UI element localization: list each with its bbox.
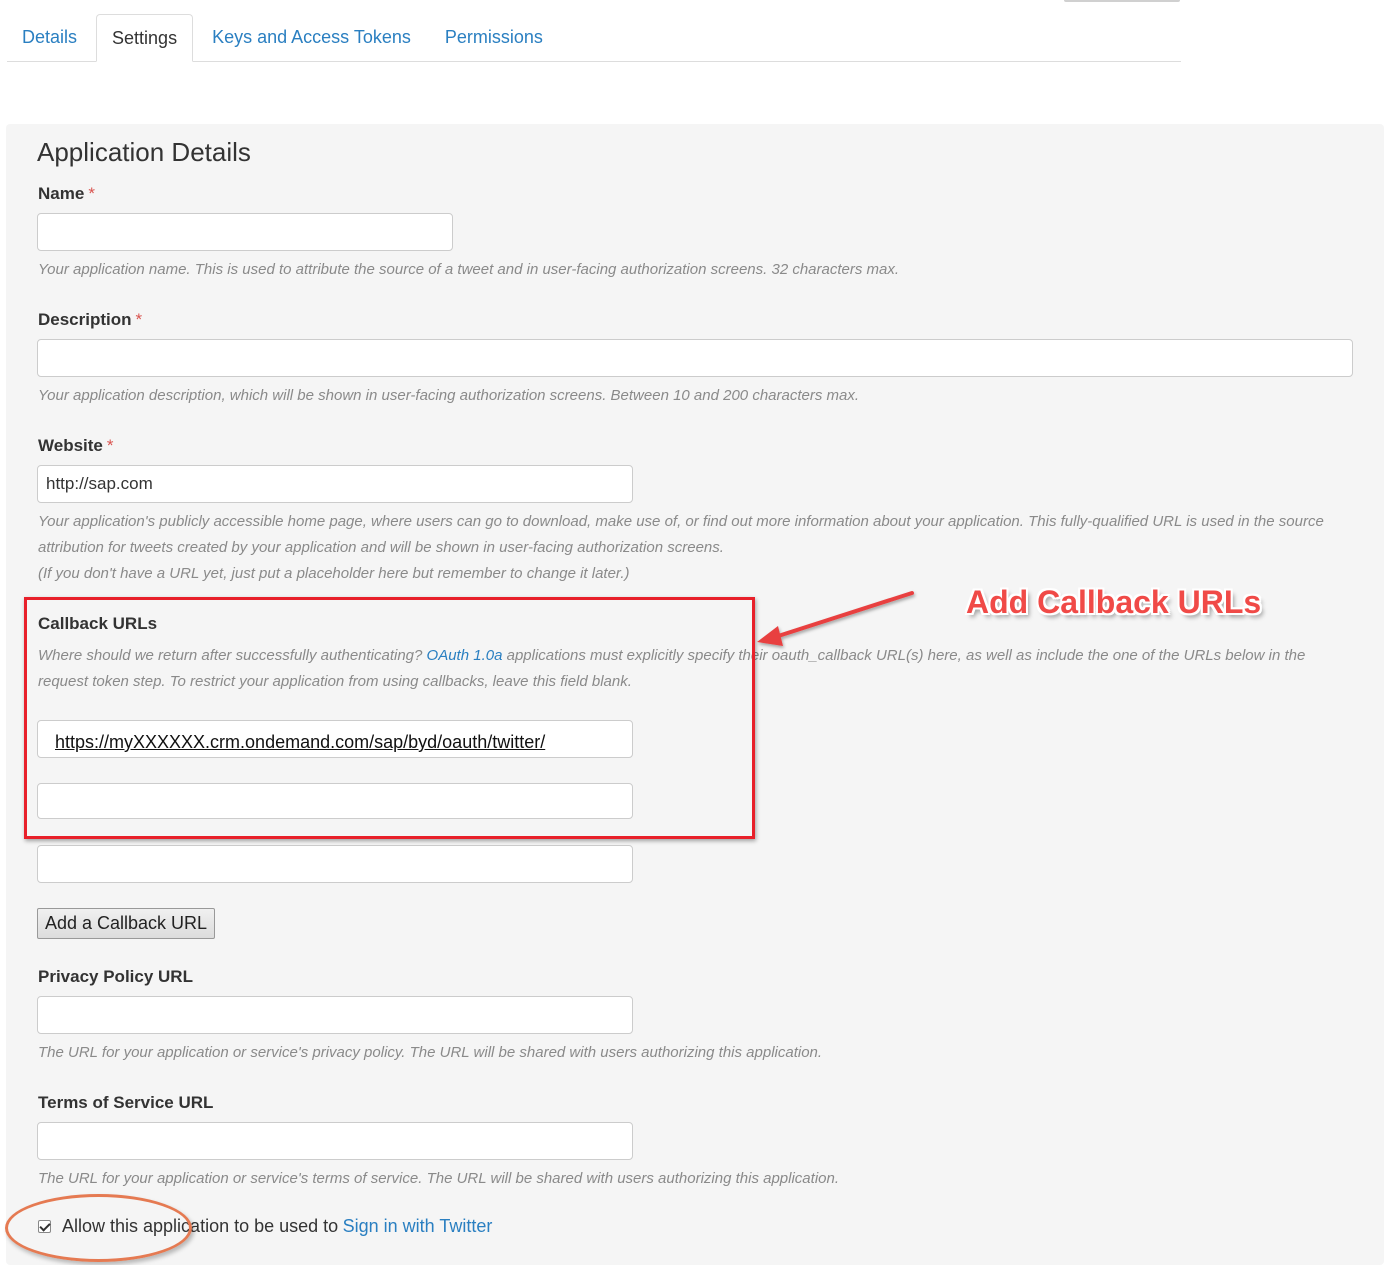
tab-details[interactable]: Details (7, 14, 92, 60)
callback-url-input-3[interactable] (37, 845, 633, 883)
tab-keys-and-access-tokens[interactable]: Keys and Access Tokens (197, 14, 426, 60)
description-help-text: Your application description, which will… (38, 387, 860, 404)
signin-highlight-ellipse (5, 1194, 192, 1262)
description-input[interactable] (37, 339, 1353, 377)
name-help-text: Your application name. This is used to a… (38, 261, 900, 278)
sign-in-with-twitter-link[interactable]: Sign in with Twitter (343, 1216, 493, 1237)
terms-of-service-input[interactable] (37, 1122, 633, 1160)
name-label: Name * (38, 184, 95, 204)
terms-of-service-help-text: The URL for your application or service'… (38, 1170, 839, 1187)
required-marker: * (135, 310, 143, 329)
privacy-policy-help-text: The URL for your application or service'… (38, 1044, 823, 1061)
terms-of-service-label: Terms of Service URL (38, 1093, 214, 1112)
top-bar-edge (1064, 0, 1180, 2)
tab-settings[interactable]: Settings (96, 14, 194, 62)
name-input[interactable] (37, 213, 453, 251)
callback-highlight-box (24, 597, 755, 839)
add-callback-url-button[interactable]: Add a Callback URL (37, 908, 215, 939)
privacy-policy-input[interactable] (37, 996, 633, 1034)
tab-permissions[interactable]: Permissions (430, 14, 558, 60)
website-help-text-1: Your application's publicly accessible h… (38, 513, 1324, 530)
website-help-text-2: attribution for tweets created by your a… (38, 539, 724, 556)
page-title: Application Details (37, 137, 251, 167)
website-input[interactable] (37, 465, 633, 503)
required-marker: * (106, 436, 114, 455)
callout-text: Add Callback URLs (966, 584, 1262, 620)
website-label-text: Website (38, 436, 103, 455)
description-label-text: Description (38, 310, 132, 329)
required-marker: * (88, 184, 95, 203)
description-label: Description * (38, 310, 142, 330)
settings-tabs: Details Settings Keys and Access Tokens … (7, 14, 1181, 62)
website-label: Website * (38, 436, 114, 456)
website-help-text-3: (If you don't have a URL yet, just put a… (38, 565, 630, 582)
name-label-text: Name (38, 184, 85, 203)
privacy-policy-label: Privacy Policy URL (38, 967, 193, 986)
